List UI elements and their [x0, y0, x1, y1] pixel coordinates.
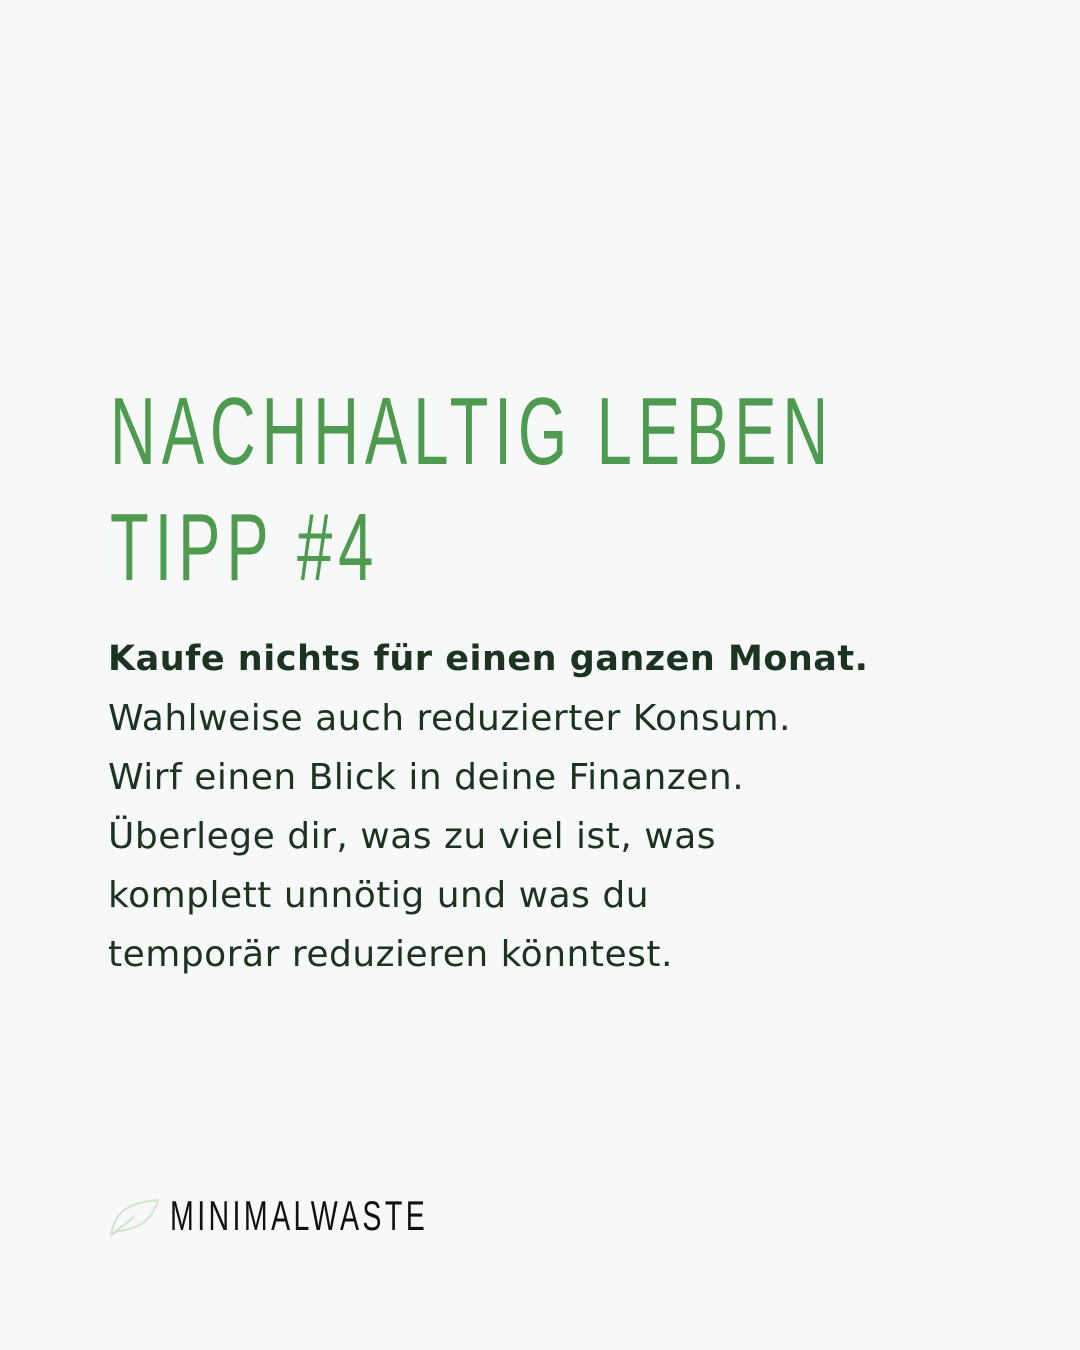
tip-line: komplett unnötig und was du	[108, 875, 650, 916]
tip-line: Wahlweise auch reduzierter Konsum.	[108, 698, 791, 739]
brand-name: minimalwaste	[170, 1192, 429, 1239]
tip-line: Wirf einen Blick in deine Finanzen.	[108, 757, 745, 798]
leaf-icon	[109, 1198, 160, 1237]
title-line-2: Tipp #4	[110, 494, 380, 601]
tip-text: Kaufe nichts für einen ganzen Monat. Wah…	[108, 630, 1008, 984]
title-line-1: Nachhaltig Leben	[110, 378, 835, 485]
tip-lead: Kaufe nichts für einen ganzen Monat.	[108, 639, 869, 679]
tip-line: Überlege dir, was zu viel ist, was	[108, 816, 717, 857]
tip-line: temporär reduzieren könntest.	[108, 934, 673, 975]
brand-logo: minimalwaste	[108, 1192, 550, 1240]
